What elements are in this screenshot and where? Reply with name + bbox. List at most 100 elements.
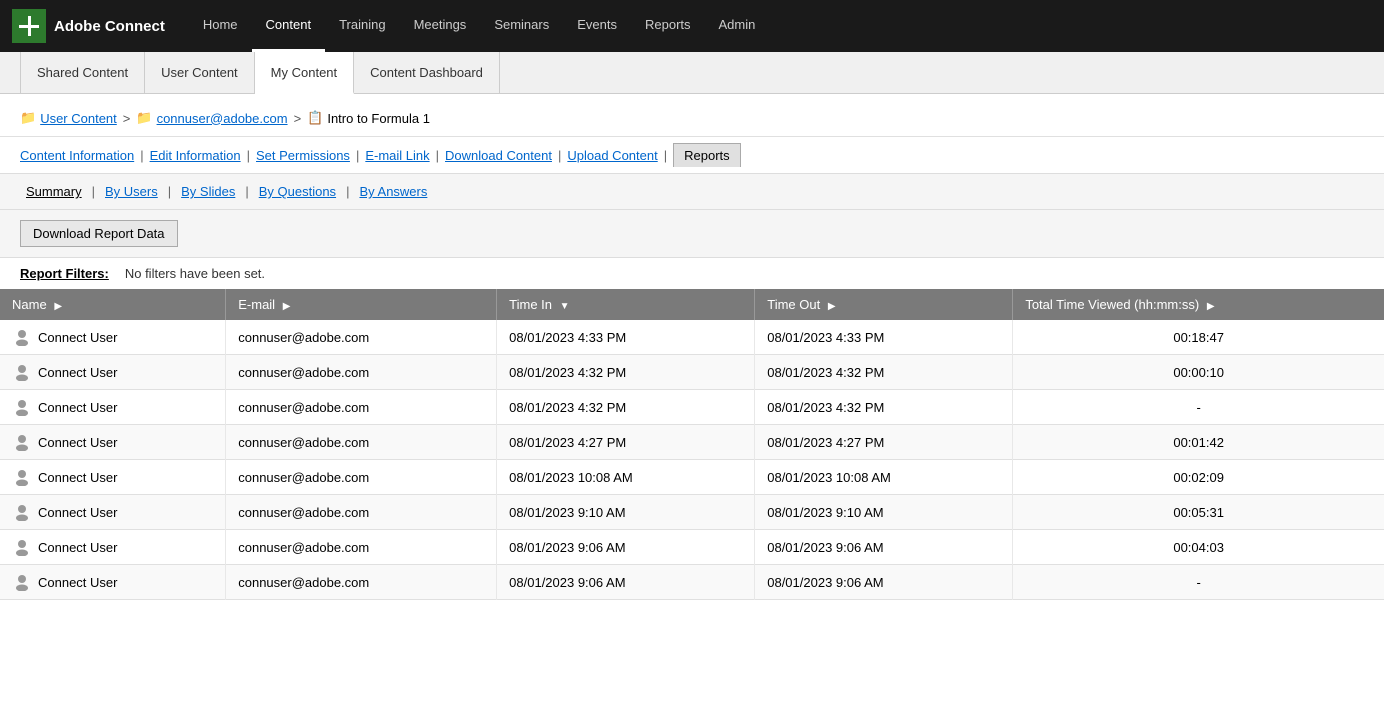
report-filters-status: No filters have been set.: [125, 266, 265, 281]
sub-tab-by-answers[interactable]: By Answers: [353, 180, 433, 203]
time-out-sort-icon: ▶: [828, 301, 836, 312]
cell-time-in-3: 08/01/2023 4:27 PM: [497, 425, 755, 460]
nav-admin[interactable]: Admin: [705, 0, 770, 52]
table-row: Connect User connuser@adobe.com 08/01/20…: [0, 425, 1384, 460]
cell-email-7: connuser@adobe.com: [226, 565, 497, 600]
cell-total-time-1: 00:00:10: [1013, 355, 1384, 390]
nav-reports[interactable]: Reports: [631, 0, 705, 52]
action-reports[interactable]: Reports: [673, 143, 741, 167]
user-icon-6: [12, 537, 32, 557]
user-icon-7: [12, 572, 32, 592]
nav-seminars[interactable]: Seminars: [480, 0, 563, 52]
action-upload-content[interactable]: Upload Content: [567, 144, 657, 167]
app-name: Adobe Connect: [54, 18, 165, 35]
action-edit-information[interactable]: Edit Information: [150, 144, 241, 167]
sub-tab-by-questions[interactable]: By Questions: [253, 180, 342, 203]
cell-name-text-7: Connect User: [38, 575, 117, 590]
cell-name-text-1: Connect User: [38, 365, 117, 380]
cell-name-text-0: Connect User: [38, 330, 117, 345]
cell-name-4: Connect User: [0, 460, 226, 495]
tab-user-content[interactable]: User Content: [145, 52, 255, 94]
nav-items: Home Content Training Meetings Seminars …: [189, 0, 770, 52]
cell-name-1: Connect User: [0, 355, 226, 390]
cell-email-1: connuser@adobe.com: [226, 355, 497, 390]
sub-tab-by-users[interactable]: By Users: [99, 180, 164, 203]
breadcrumb: 📁 User Content > 📁 connuser@adobe.com > …: [0, 94, 1384, 136]
cell-name-text-5: Connect User: [38, 505, 117, 520]
cell-total-time-2: -: [1013, 390, 1384, 425]
cell-time-out-6: 08/01/2023 9:06 AM: [755, 530, 1013, 565]
content-file-icon: 📋: [307, 110, 323, 126]
cell-name-2: Connect User: [0, 390, 226, 425]
cell-name-7: Connect User: [0, 565, 226, 600]
table-row: Connect User connuser@adobe.com 08/01/20…: [0, 320, 1384, 355]
col-header-email[interactable]: E-mail ▶: [226, 289, 497, 320]
folder-icon-user: 📁: [136, 110, 152, 126]
cell-total-time-0: 00:18:47: [1013, 320, 1384, 355]
action-set-permissions[interactable]: Set Permissions: [256, 144, 350, 167]
table-row: Connect User connuser@adobe.com 08/01/20…: [0, 460, 1384, 495]
cell-name-6: Connect User: [0, 530, 226, 565]
sub-tab-by-slides[interactable]: By Slides: [175, 180, 241, 203]
cell-time-out-1: 08/01/2023 4:32 PM: [755, 355, 1013, 390]
cell-email-3: connuser@adobe.com: [226, 425, 497, 460]
folder-icon-user-content: 📁: [20, 110, 36, 126]
report-table: Name ▶ E-mail ▶ Time In ▼ Time Out ▶ Tot…: [0, 289, 1384, 600]
report-sub-tabs: Summary | By Users | By Slides | By Ques…: [0, 173, 1384, 210]
breadcrumb-user-content[interactable]: User Content: [40, 111, 117, 126]
table-header-row: Name ▶ E-mail ▶ Time In ▼ Time Out ▶ Tot…: [0, 289, 1384, 320]
nav-training[interactable]: Training: [325, 0, 399, 52]
nav-meetings[interactable]: Meetings: [400, 0, 481, 52]
time-in-sort-icon: ▼: [560, 301, 570, 312]
cell-time-in-5: 08/01/2023 9:10 AM: [497, 495, 755, 530]
col-header-total-time[interactable]: Total Time Viewed (hh:mm:ss) ▶: [1013, 289, 1384, 320]
breadcrumb-separator-2: >: [294, 111, 302, 126]
cell-time-out-4: 08/01/2023 10:08 AM: [755, 460, 1013, 495]
tab-shared-content[interactable]: Shared Content: [20, 52, 145, 94]
top-navigation: Adobe Connect Home Content Training Meet…: [0, 0, 1384, 52]
cell-name-5: Connect User: [0, 495, 226, 530]
report-filters-label: Report Filters:: [20, 266, 109, 281]
action-email-link[interactable]: E-mail Link: [365, 144, 429, 167]
cell-total-time-7: -: [1013, 565, 1384, 600]
nav-home[interactable]: Home: [189, 0, 252, 52]
report-filters: Report Filters: No filters have been set…: [0, 258, 1384, 289]
sub-tab-summary[interactable]: Summary: [20, 180, 88, 203]
cell-name-text-2: Connect User: [38, 400, 117, 415]
action-download-content[interactable]: Download Content: [445, 144, 552, 167]
download-report-button[interactable]: Download Report Data: [20, 220, 178, 247]
user-icon-4: [12, 467, 32, 487]
tab-content-dashboard[interactable]: Content Dashboard: [354, 52, 500, 94]
cell-name-0: Connect User: [0, 320, 226, 355]
nav-content[interactable]: Content: [252, 0, 326, 52]
breadcrumb-user-email[interactable]: connuser@adobe.com: [157, 111, 288, 126]
user-icon-2: [12, 397, 32, 417]
cell-time-out-5: 08/01/2023 9:10 AM: [755, 495, 1013, 530]
action-links: Content Information | Edit Information |…: [0, 136, 1384, 173]
col-header-time-out[interactable]: Time Out ▶: [755, 289, 1013, 320]
cell-total-time-6: 00:04:03: [1013, 530, 1384, 565]
cell-time-out-0: 08/01/2023 4:33 PM: [755, 320, 1013, 355]
cell-time-in-4: 08/01/2023 10:08 AM: [497, 460, 755, 495]
cell-time-out-3: 08/01/2023 4:27 PM: [755, 425, 1013, 460]
cell-time-in-0: 08/01/2023 4:33 PM: [497, 320, 755, 355]
cell-email-4: connuser@adobe.com: [226, 460, 497, 495]
col-header-time-in[interactable]: Time In ▼: [497, 289, 755, 320]
breadcrumb-separator-1: >: [123, 111, 131, 126]
table-row: Connect User connuser@adobe.com 08/01/20…: [0, 495, 1384, 530]
table-row: Connect User connuser@adobe.com 08/01/20…: [0, 390, 1384, 425]
cell-total-time-4: 00:02:09: [1013, 460, 1384, 495]
col-header-name[interactable]: Name ▶: [0, 289, 226, 320]
content-tabs: Shared Content User Content My Content C…: [0, 52, 1384, 94]
tab-my-content[interactable]: My Content: [255, 52, 354, 94]
cell-time-out-2: 08/01/2023 4:32 PM: [755, 390, 1013, 425]
table-row: Connect User connuser@adobe.com 08/01/20…: [0, 355, 1384, 390]
cell-email-0: connuser@adobe.com: [226, 320, 497, 355]
nav-events[interactable]: Events: [563, 0, 631, 52]
total-time-sort-icon: ▶: [1207, 301, 1215, 312]
user-icon-3: [12, 432, 32, 452]
breadcrumb-current: Intro to Formula 1: [327, 111, 430, 126]
cell-time-out-7: 08/01/2023 9:06 AM: [755, 565, 1013, 600]
action-content-information[interactable]: Content Information: [20, 144, 134, 167]
cell-total-time-3: 00:01:42: [1013, 425, 1384, 460]
